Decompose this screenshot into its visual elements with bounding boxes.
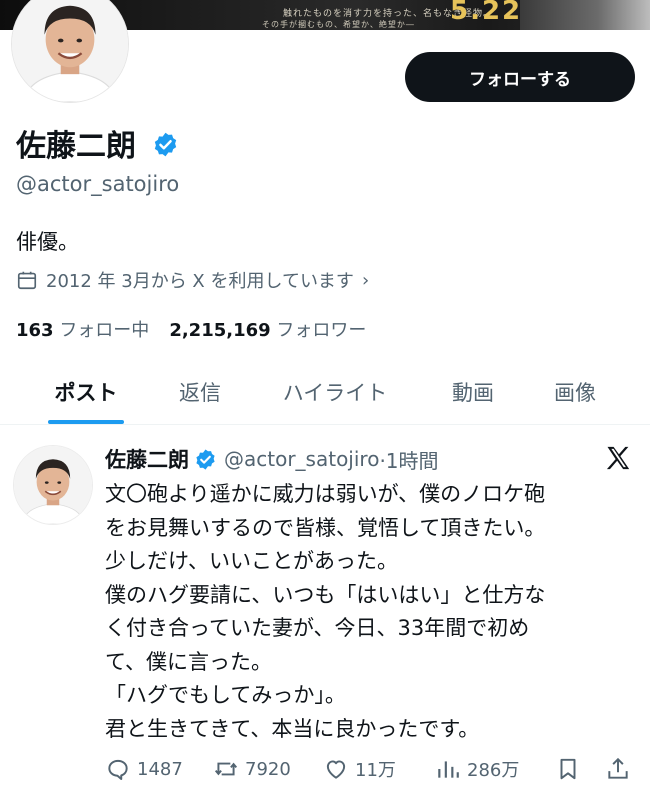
chevron-right-icon: › (361, 269, 370, 291)
tab-videos[interactable]: 動画 (444, 360, 502, 424)
follow-stats: 163 フォロー中 2,215,169 フォロワー (16, 316, 366, 342)
post-text-line: 君と生きてきて、本当に良かったです。 (105, 716, 480, 741)
join-date-text: 2012 年 3月から X を利用しています (46, 271, 354, 292)
share-icon (608, 757, 628, 779)
following-label: フォロー中 (59, 320, 150, 341)
post-text-line: をお見舞いするので皆様、覚悟して頂きたい。 (105, 515, 546, 540)
post-actions: 1487 7920 11万 286万 (105, 754, 635, 784)
post-text-line: 僕のハグ要請に、いつも「はいはい」と仕方な (105, 582, 546, 607)
repost-icon (214, 762, 238, 776)
banner-date: 5.22 (450, 0, 523, 26)
repost-count: 7920 (245, 758, 291, 780)
like-icon (326, 760, 346, 779)
profile-bio: 俳優。 (16, 230, 79, 254)
bookmark-icon (560, 758, 576, 780)
like-button[interactable]: 11万 (323, 754, 396, 784)
followers-label: フォロワー (276, 320, 367, 341)
verified-badge-icon[interactable] (152, 131, 179, 158)
tab-highlights[interactable]: ハイライト (272, 360, 398, 424)
post-text-line: 文〇砲より遥かに威力は弱いが、僕のノロケ砲 (105, 482, 546, 506)
profile-avatar[interactable] (12, 0, 128, 102)
profile-display-name: 佐藤二朗 (16, 121, 179, 165)
reply-icon (108, 759, 128, 780)
like-count: 11万 (355, 760, 396, 781)
views-count: 286万 (467, 760, 520, 781)
post-author-handle[interactable]: @actor_satojiro (224, 447, 379, 471)
share-button[interactable] (605, 754, 637, 784)
post-header: 佐藤二朗 @actor_satojiro ·1時間 (105, 444, 439, 474)
views-icon (438, 761, 459, 778)
post-author-avatar[interactable] (14, 446, 92, 524)
banner-tagline-2: その手が摑むもの、希望か、絶望か― (262, 20, 415, 29)
avatar-portrait (12, 0, 128, 102)
following-count: 163 (16, 320, 54, 341)
tab-posts[interactable]: ポスト (48, 360, 124, 424)
post-text-line: 少しだけ、いいことがあった。 (105, 549, 398, 573)
post-text: 文〇砲より遥かに威力は弱いが、僕のノロケ砲 をお見舞いするので皆様、覚悟して頂き… (105, 478, 640, 746)
x-logo-icon (606, 446, 630, 470)
followers-link[interactable]: 2,215,169 フォロワー (169, 320, 366, 341)
display-name-text: 佐藤二朗 (16, 129, 136, 164)
views-button[interactable]: 286万 (435, 754, 519, 784)
calendar-icon (17, 271, 37, 290)
post-author-name[interactable]: 佐藤二朗 (105, 444, 189, 474)
follow-button[interactable]: フォローする (405, 52, 635, 102)
banner-photo-segment (520, 0, 650, 30)
post-timestamp[interactable]: ·1時間 (379, 445, 438, 474)
reply-count: 1487 (137, 758, 183, 780)
post-text-line: 「ハグでもしてみっか」。 (105, 683, 346, 707)
profile-tabs: ポスト 返信 ハイライト 動画 画像 (0, 360, 650, 425)
join-date[interactable]: 2012 年 3月から X を利用しています › (16, 267, 369, 293)
reply-button[interactable]: 1487 (105, 754, 183, 784)
post-text-line: く付き合っていた妻が、今日、33年間で初め (105, 616, 530, 640)
followers-count: 2,215,169 (169, 320, 271, 341)
tab-images[interactable]: 画像 (546, 360, 604, 424)
verified-badge-icon[interactable] (194, 448, 217, 471)
repost-button[interactable]: 7920 (213, 754, 291, 784)
profile-handle: @actor_satojiro (16, 172, 180, 196)
post-text-line: て、僕に言った。 (105, 649, 272, 674)
following-link[interactable]: 163 フォロー中 (16, 320, 149, 341)
bookmark-button[interactable] (555, 754, 587, 784)
tab-replies[interactable]: 返信 (172, 360, 228, 424)
avatar-portrait (14, 446, 92, 524)
